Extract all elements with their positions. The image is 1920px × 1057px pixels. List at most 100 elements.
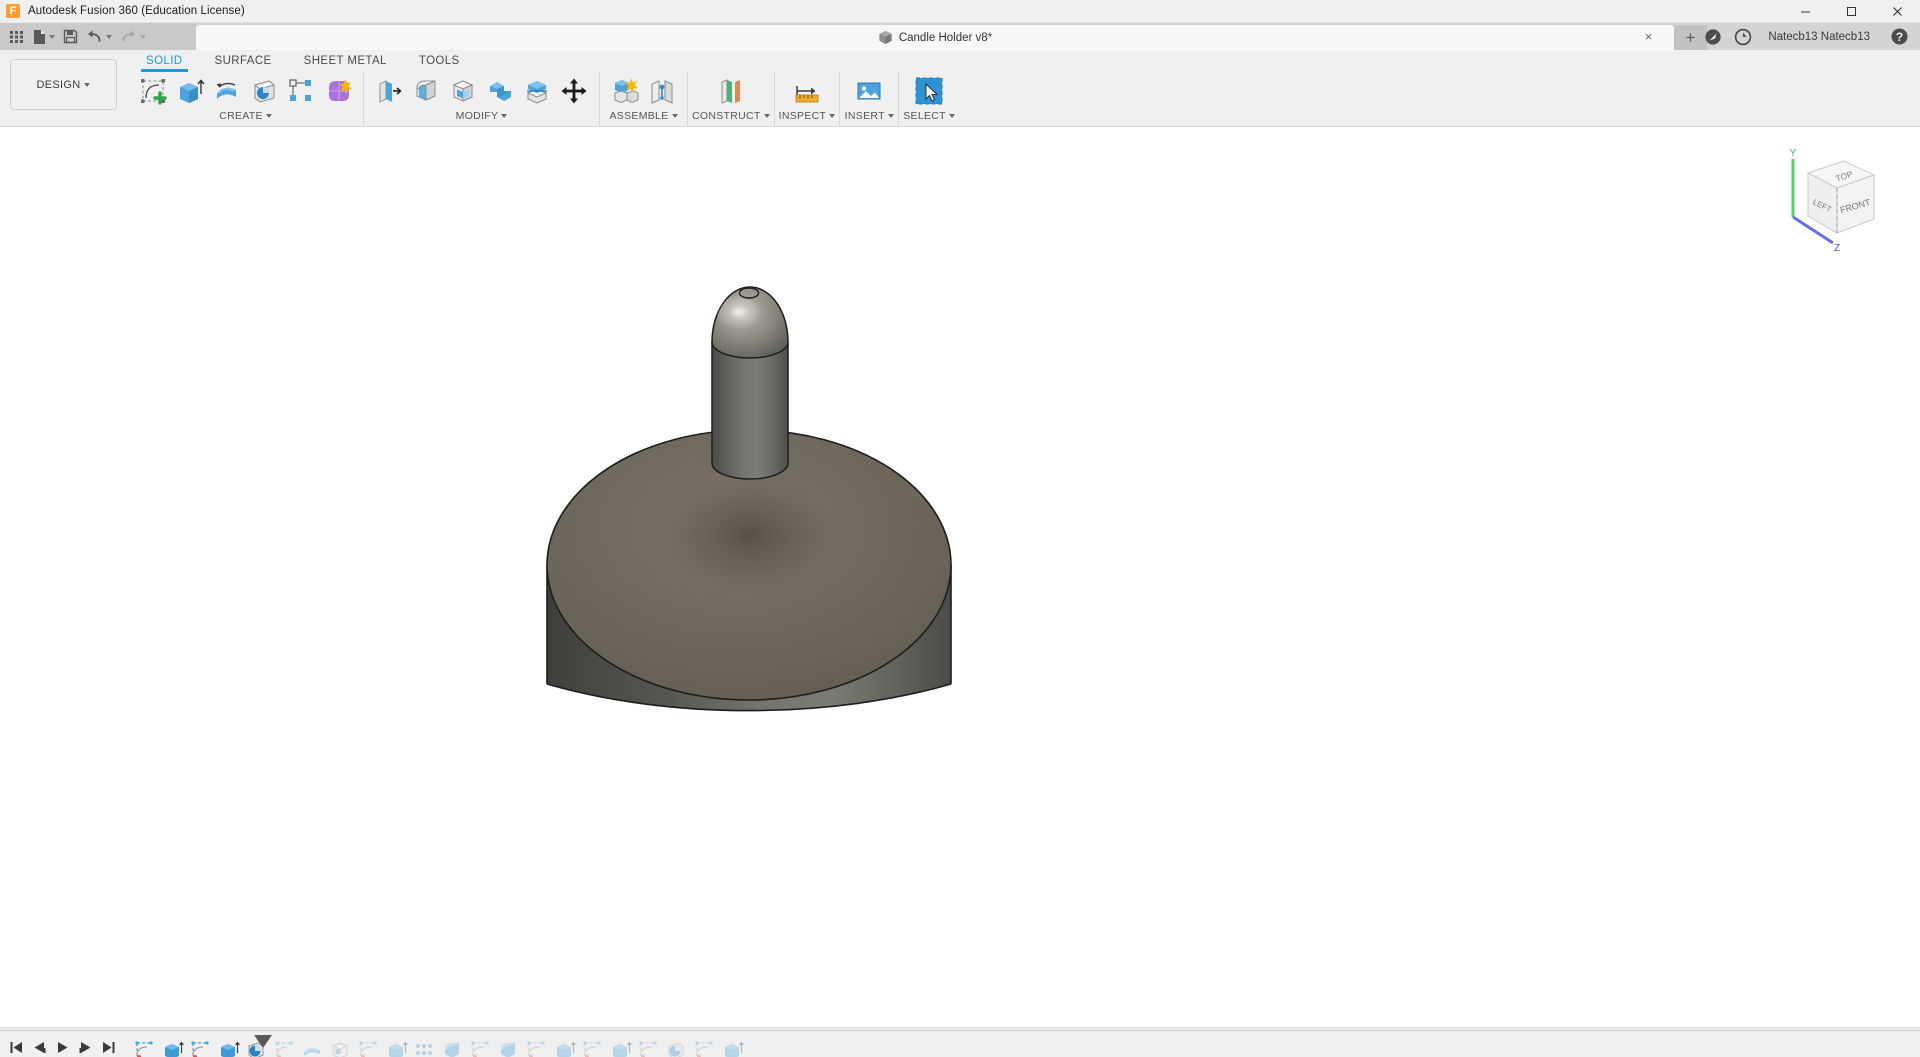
timeline-item-extrude5[interactable] [609,1040,633,1057]
panel-insert-label-text: INSERT [845,110,885,122]
extrude-button[interactable] [172,73,208,109]
tab-surface[interactable]: SURFACE [199,50,288,71]
revolve-button[interactable] [209,73,245,109]
timeline-item-sketch3[interactable] [273,1040,297,1057]
offset-plane-button[interactable] [713,73,749,109]
timeline-item-extrude2[interactable] [217,1040,241,1057]
timeline-item-sketch4[interactable] [357,1040,381,1057]
step-forward-icon[interactable] [79,1041,92,1054]
create-form-button[interactable] [320,73,356,109]
undo-button[interactable] [83,26,115,48]
go-to-end-icon[interactable] [102,1041,115,1054]
panel-assemble-icons [604,71,683,109]
timeline-item-extrude4[interactable] [553,1040,577,1057]
timeline-item-sketch2[interactable] [189,1040,213,1057]
panel-insert-label[interactable]: INSERT [845,110,894,122]
chevron-down-icon [501,114,507,118]
timeline-item-fillet1[interactable] [441,1040,465,1057]
model-candle-holder[interactable] [0,127,1920,1030]
panel-insert-icons [844,71,894,109]
redo-button[interactable] [117,26,149,48]
panel-inspect: INSPECT [775,71,841,127]
panel-modify-icons [368,71,595,109]
3d-canvas[interactable]: Y Z TOP LEFT FRONT [0,127,1920,1030]
panel-construct-label[interactable]: CONSTRUCT [692,110,770,122]
timeline-item-extrude3[interactable] [385,1040,409,1057]
panel-construct-label-text: CONSTRUCT [692,110,761,122]
timeline-item-shell1[interactable] [329,1040,353,1057]
close-icon[interactable]: × [1641,30,1656,44]
quick-access-toolbar [0,23,196,50]
panel-assemble-label[interactable]: ASSEMBLE [609,110,677,122]
job-status-icon[interactable] [1728,23,1758,50]
go-to-beginning-icon[interactable] [10,1041,23,1054]
move-copy-button[interactable] [556,73,592,109]
window-title: Autodesk Fusion 360 (Education License) [28,5,245,17]
timeline-item-extrude6[interactable] [721,1040,745,1057]
chevron-down-icon [764,114,770,118]
pattern-button[interactable] [283,73,319,109]
timeline-item-fillet2[interactable] [497,1040,521,1057]
workspace-selector-label: DESIGN [37,79,81,91]
create-sketch-button[interactable] [135,73,171,109]
panel-inspect-label[interactable]: INSPECT [779,110,836,122]
timeline-item-extrude1[interactable] [161,1040,185,1057]
measure-button[interactable] [785,73,829,109]
panel-construct: CONSTRUCT [688,71,775,127]
play-back-icon[interactable] [56,1041,69,1054]
offset-face-button[interactable] [519,73,555,109]
step-back-icon[interactable] [33,1041,46,1054]
axis-z-label: Z [1834,243,1840,254]
chevron-down-icon [140,35,146,39]
timeline-item-sketch9[interactable] [693,1040,717,1057]
timeline-bar[interactable] [0,1030,1920,1057]
window-title-bar: F Autodesk Fusion 360 (Education License… [0,0,1920,23]
panel-modify-label[interactable]: MODIFY [456,110,508,122]
new-component-button[interactable] [607,73,643,109]
sweep-button[interactable] [246,73,282,109]
tab-tools[interactable]: TOOLS [403,50,476,71]
close-button[interactable] [1874,0,1920,23]
shell-button[interactable] [445,73,481,109]
timeline-item-sketch6[interactable] [525,1040,549,1057]
joint-button[interactable] [644,73,680,109]
panel-select-label[interactable]: SELECT [903,110,955,122]
extensions-icon[interactable] [1698,23,1728,50]
file-menu-button[interactable] [29,26,58,48]
svg-text:?: ? [1895,30,1902,44]
document-cube-icon [878,30,893,45]
panel-construct-icons [710,71,752,109]
show-data-panel-button[interactable] [6,26,27,48]
panel-select-label-text: SELECT [903,110,946,122]
maximize-button[interactable] [1828,0,1874,23]
tab-sheet-metal[interactable]: SHEET METAL [288,50,403,71]
user-account-label[interactable]: Natecb13 Natecb13 [1758,31,1884,43]
tab-solid[interactable]: SOLID [130,50,199,71]
timeline-marker[interactable] [254,1035,272,1048]
timeline-item-pattern1[interactable] [413,1040,437,1057]
fillet-button[interactable] [408,73,444,109]
chevron-down-icon [84,83,90,87]
timeline-item-sketch8[interactable] [637,1040,661,1057]
timeline-item-sketch1[interactable] [133,1040,157,1057]
help-icon[interactable]: ? [1884,23,1914,50]
document-tab[interactable]: Candle Holder v8* × [196,25,1674,50]
dome-highlight [715,295,763,329]
window-controls [1782,0,1920,23]
post-contact-shadow [654,473,844,597]
workspace-selector[interactable]: DESIGN [10,59,117,110]
insert-canvas-button[interactable] [847,73,891,109]
timeline-item-revolve2[interactable] [301,1040,325,1057]
timeline-item-revolve3[interactable] [665,1040,689,1057]
select-tool-button[interactable] [907,73,951,109]
save-button[interactable] [60,26,81,48]
timeline-item-sketch7[interactable] [581,1040,605,1057]
press-pull-button[interactable] [371,73,407,109]
timeline-item-sketch5[interactable] [469,1040,493,1057]
combine-button[interactable] [482,73,518,109]
panel-select: SELECT [899,71,959,127]
view-cube[interactable]: Y Z TOP LEFT FRONT [1775,145,1890,255]
panel-create-label[interactable]: CREATE [219,110,272,122]
minimize-button[interactable] [1782,0,1828,23]
ribbon-panels: CREATE [128,71,959,127]
